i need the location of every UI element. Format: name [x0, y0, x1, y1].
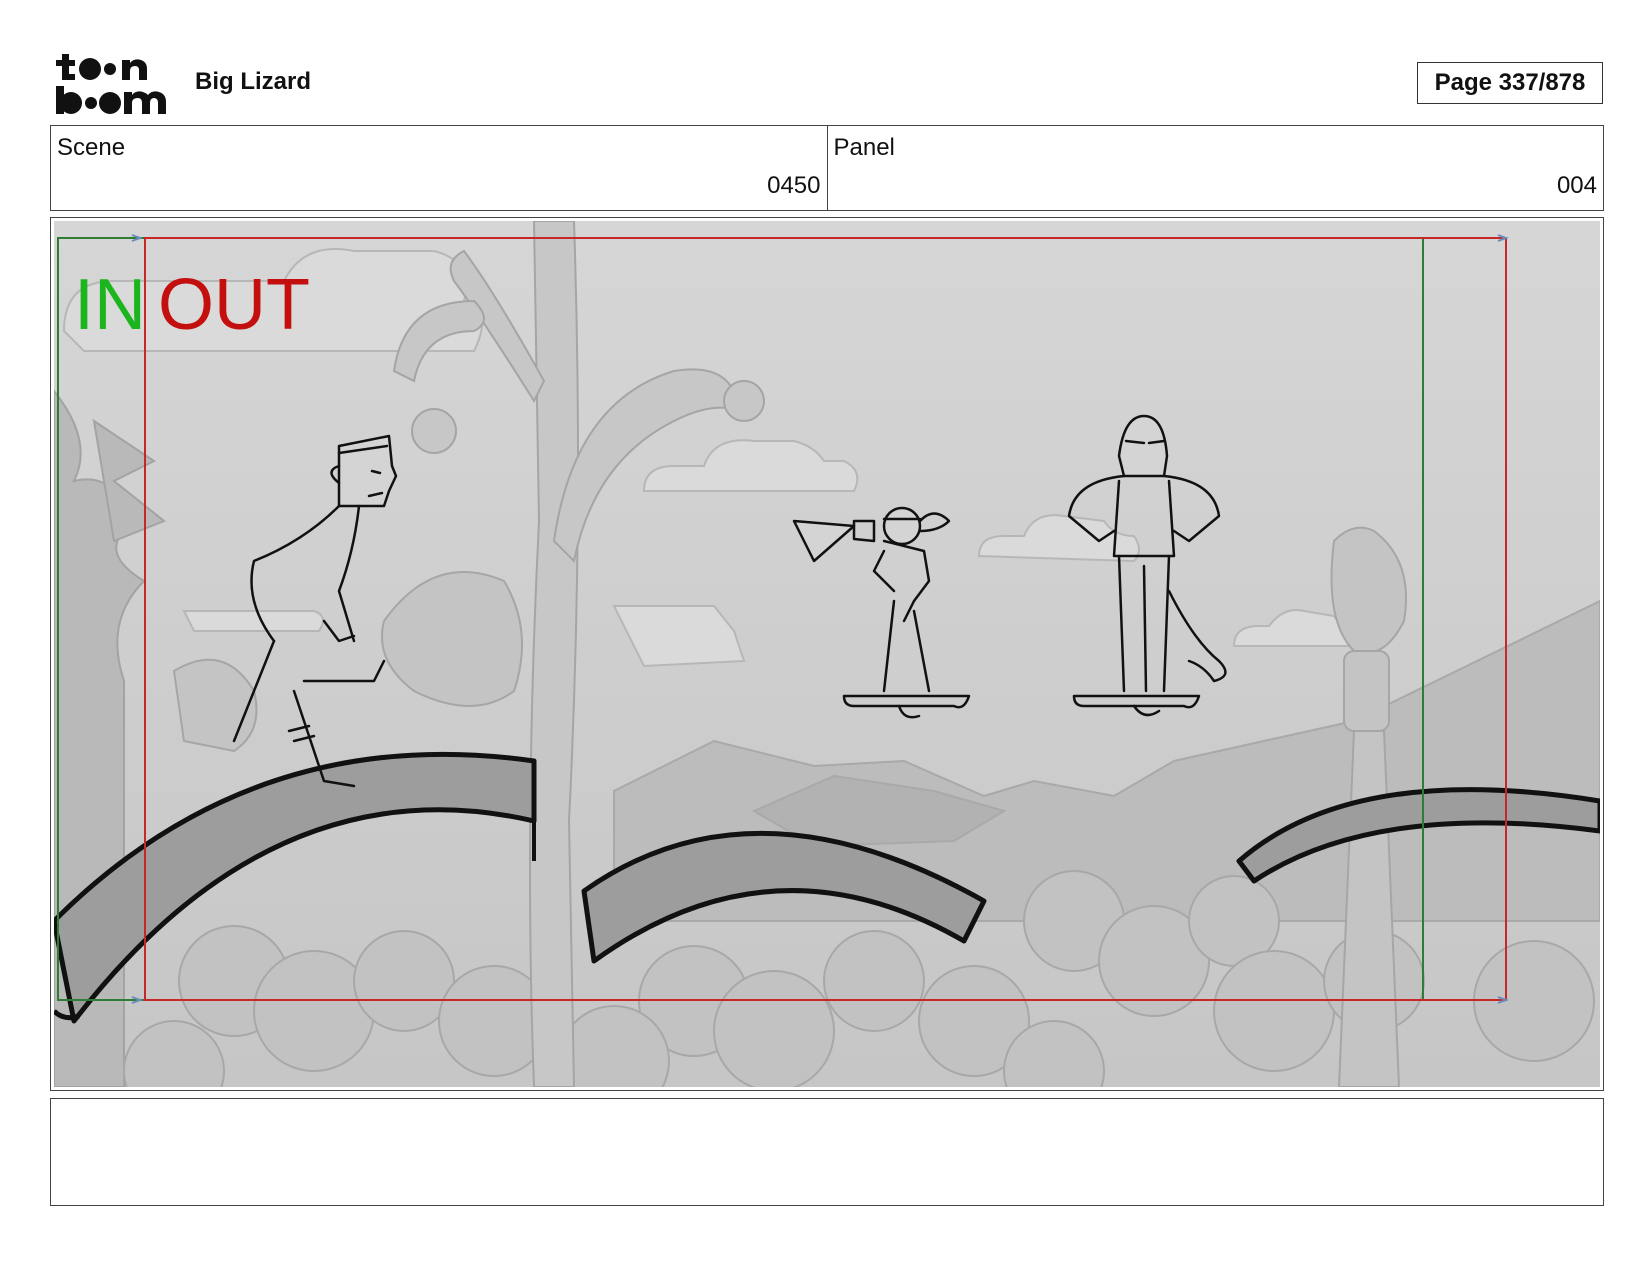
scene-cell: Scene 0450: [51, 126, 827, 210]
scene-label: Scene: [57, 134, 126, 161]
scene-number: 0450: [767, 172, 821, 199]
scene-panel-info: Scene 0450 Panel 004: [50, 125, 1604, 211]
project-title: Big Lizard: [195, 68, 312, 95]
panel-cell: Panel 004: [826, 126, 1604, 210]
page-number: Page 337/878: [1417, 62, 1603, 104]
out-label: OUT: [158, 265, 310, 345]
in-label: IN: [74, 265, 146, 345]
panel-number: 004: [1556, 172, 1597, 199]
toon-boom-logo: [54, 52, 172, 116]
panel-label: Panel: [833, 134, 895, 161]
storyboard-panel-image: IN OUT: [54, 221, 1600, 1087]
panel-notes-box: [50, 1098, 1604, 1206]
